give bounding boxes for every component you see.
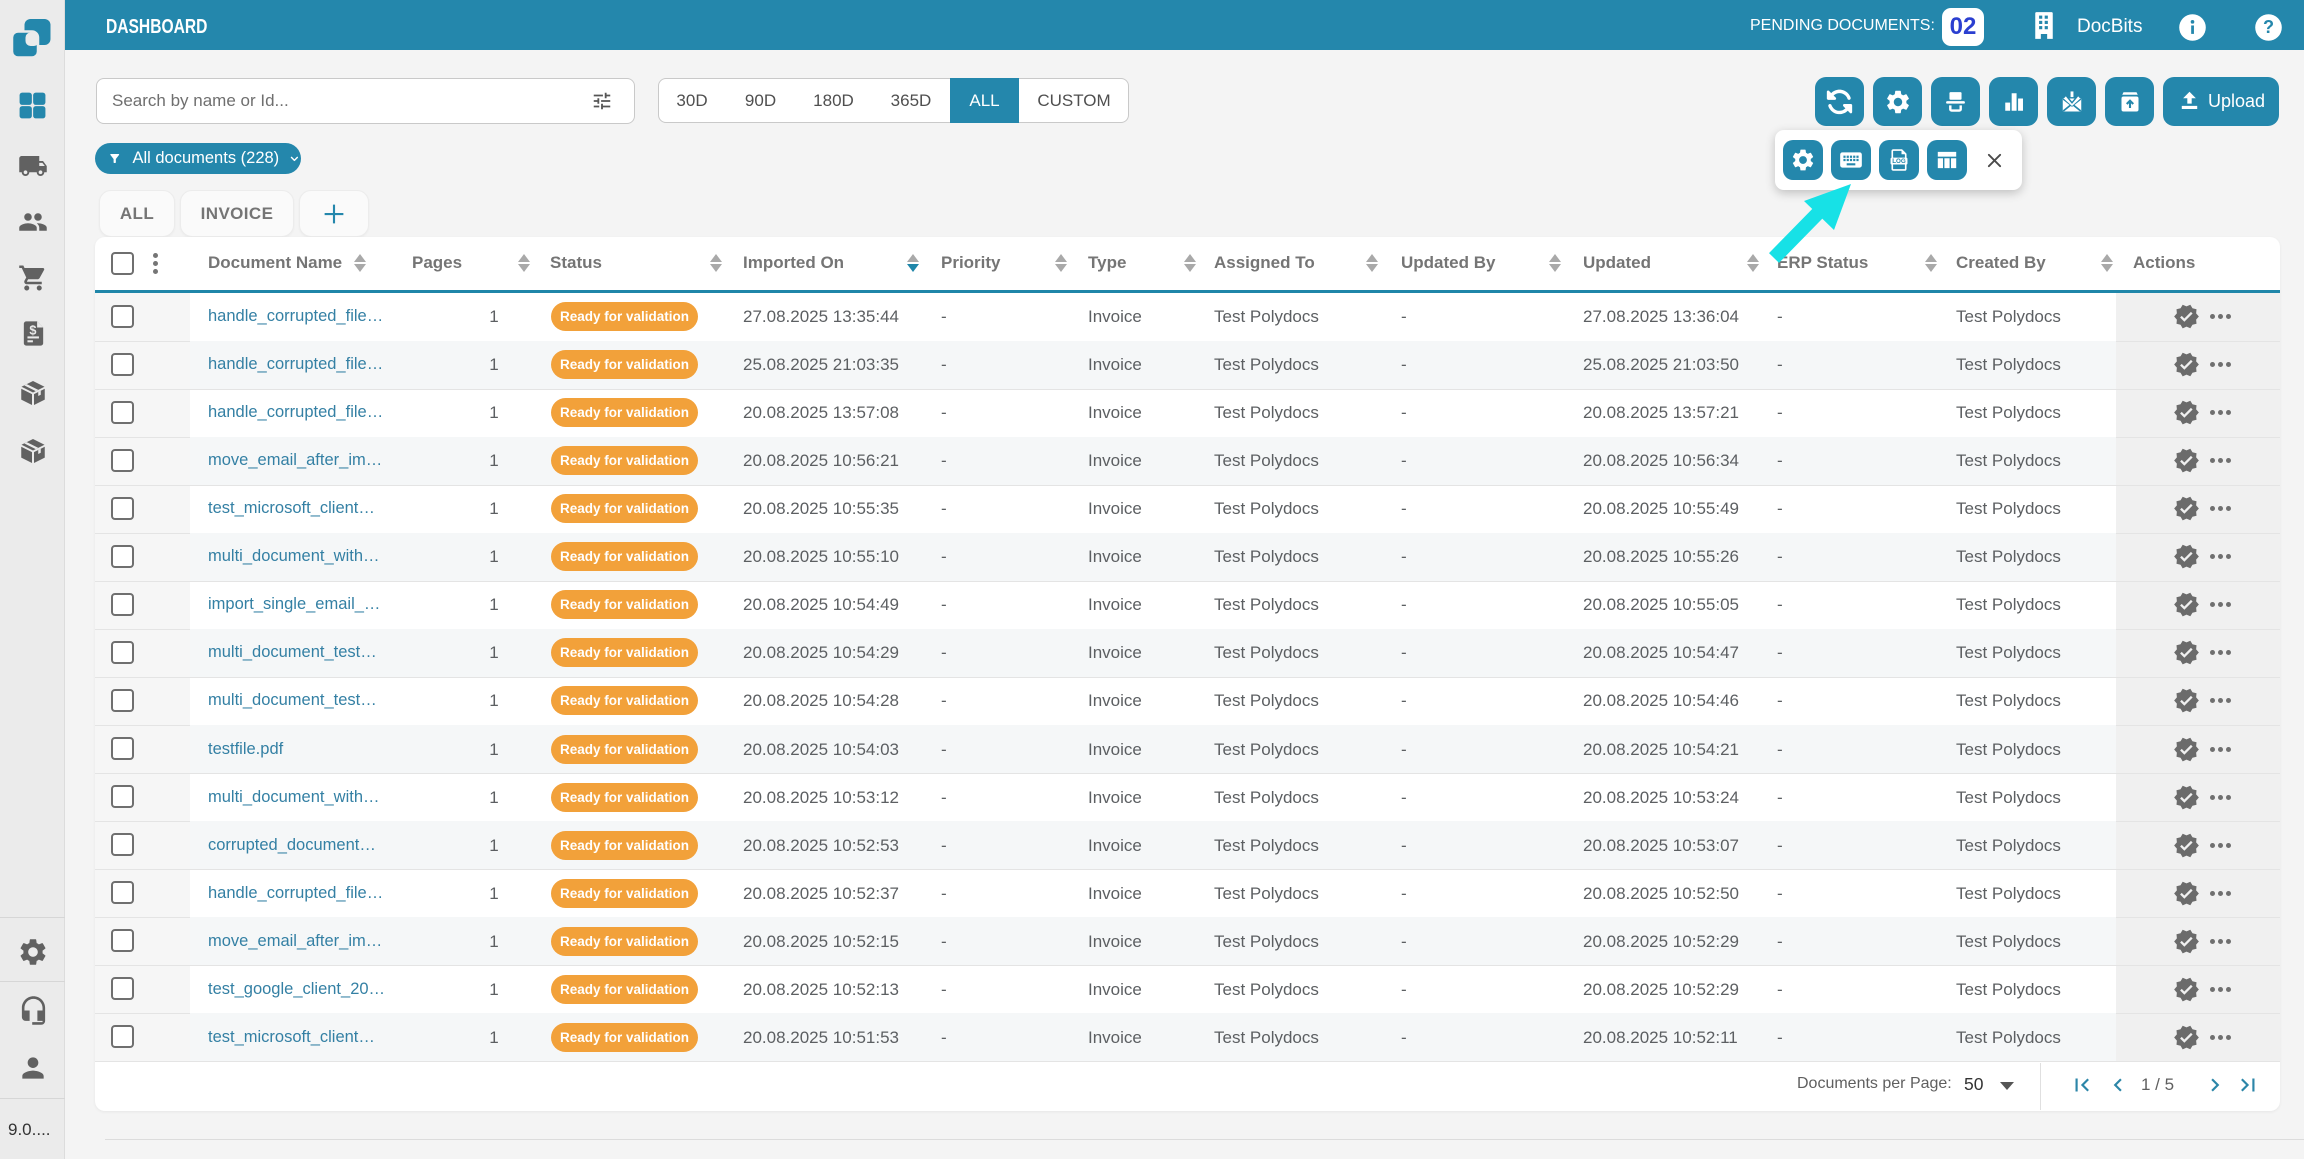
svg-text:LOG: LOG bbox=[1892, 158, 1906, 165]
svg-text:?: ? bbox=[2263, 17, 2274, 37]
svg-text:$: $ bbox=[29, 323, 36, 337]
